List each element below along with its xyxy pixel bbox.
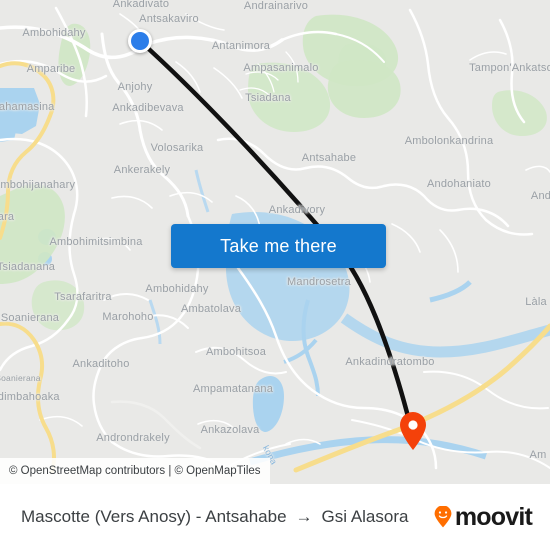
map-attribution[interactable]: © OpenStreetMap contributors | © OpenMap… <box>0 458 270 484</box>
map-pin-icon <box>400 412 426 450</box>
moovit-route-card: Ankadivato Andrainarivo Antsakaviro Ambohid… <box>0 0 550 550</box>
map-canvas[interactable]: Ankadivato Andrainarivo Antsakaviro Ambohid… <box>0 0 550 484</box>
take-me-there-button[interactable]: Take me there <box>171 224 386 268</box>
moovit-wordmark: moovit <box>454 502 533 531</box>
origin-marker[interactable] <box>128 29 152 53</box>
arrow-right-icon: → <box>295 507 313 526</box>
route-summary: Mascotte (Vers Anosy) - Antsahabe → Gsi … <box>21 507 408 527</box>
moovit-logo[interactable]: moovit <box>432 502 533 532</box>
route-footer: Mascotte (Vers Anosy) - Antsahabe → Gsi … <box>0 484 550 550</box>
moovit-pin-icon <box>434 506 452 528</box>
route-destination-label: Gsi Alasora <box>321 507 409 526</box>
destination-marker[interactable] <box>398 411 428 451</box>
route-origin-label: Mascotte (Vers Anosy) - Antsahabe <box>21 507 287 526</box>
